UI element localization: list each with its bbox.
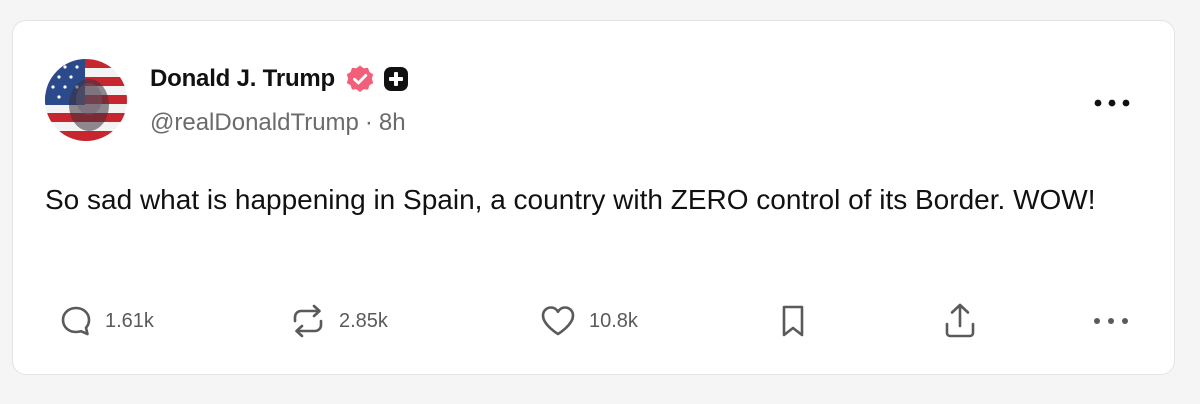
action-bar: 1.61k 2.85k 10.8k: [13, 299, 1174, 343]
more-horizontal-icon: [1094, 99, 1130, 107]
avatar-image: [45, 59, 127, 141]
repost-button[interactable]: 2.85k: [289, 299, 388, 343]
heart-icon: [539, 304, 577, 338]
reply-count: 1.61k: [105, 309, 154, 332]
share-upload-icon: [942, 302, 978, 340]
post-time[interactable]: 8h: [379, 109, 406, 136]
post-card[interactable]: Donald J. Trump @realDonaldTrump · 8h So s…: [12, 20, 1175, 375]
repost-count: 2.85k: [339, 309, 388, 332]
share-button[interactable]: [942, 299, 978, 343]
author-name-row: Donald J. Trump: [150, 61, 409, 97]
bookmark-icon: [777, 303, 809, 339]
more-horizontal-icon: [1093, 317, 1129, 325]
speech-bubble-icon: [59, 304, 93, 338]
like-button[interactable]: 10.8k: [539, 299, 638, 343]
reply-button[interactable]: 1.61k: [59, 299, 154, 343]
verified-badge-icon: [345, 64, 375, 94]
repost-arrows-icon: [289, 304, 327, 338]
author-handle[interactable]: @realDonaldTrump: [150, 109, 359, 136]
like-count: 10.8k: [589, 309, 638, 332]
author-avatar[interactable]: [45, 59, 127, 141]
time-separator: ·: [364, 109, 373, 136]
bookmark-button[interactable]: [777, 299, 809, 343]
post-text: So sad what is happening in Spain, a cou…: [45, 184, 1096, 215]
subscription-badge-icon: [383, 66, 409, 92]
author-handle-row: @realDonaldTrump · 8h: [150, 109, 406, 137]
author-display-name[interactable]: Donald J. Trump: [150, 65, 335, 93]
post-menu-button[interactable]: [1090, 87, 1134, 119]
more-actions-button[interactable]: [1093, 299, 1129, 343]
